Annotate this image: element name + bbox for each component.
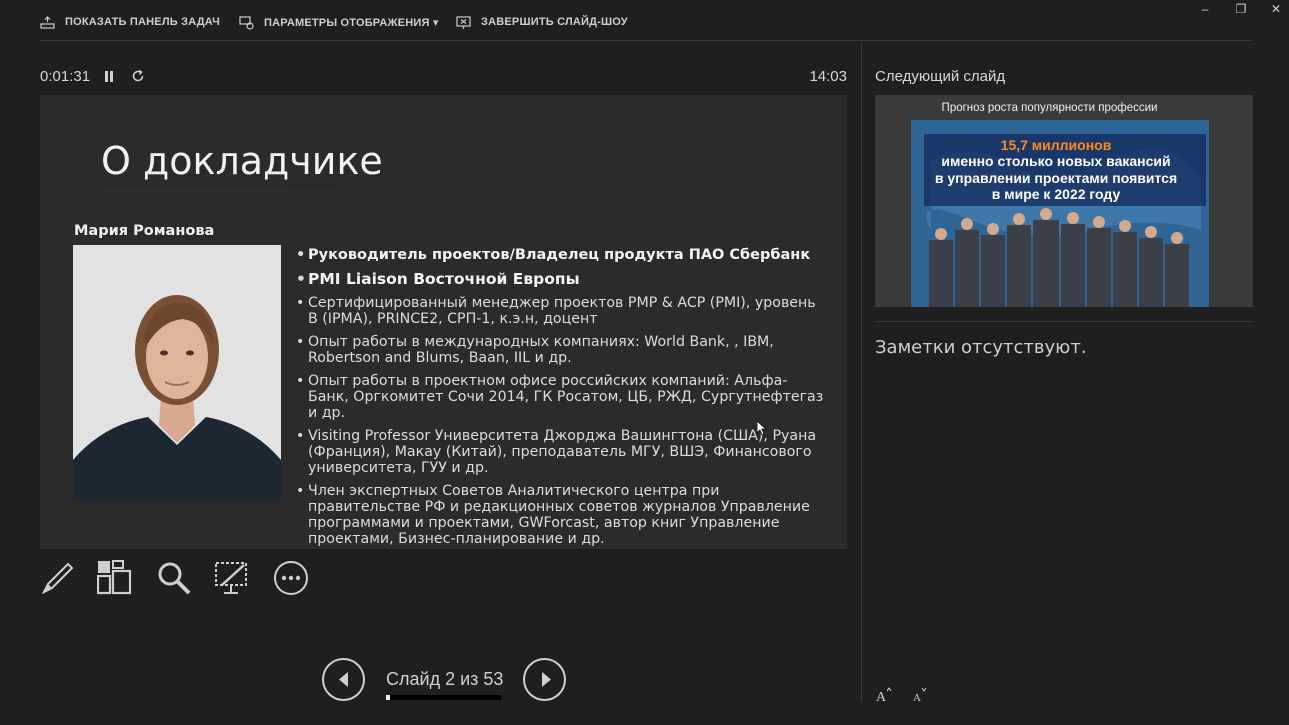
speaker-photo [73, 245, 281, 501]
font-increase-icon: A [876, 687, 892, 705]
decrease-font-button[interactable]: A [911, 686, 929, 704]
bio-item: Visiting Professor Университета Джорджа … [296, 428, 826, 476]
current-time: 14:03 [809, 68, 847, 85]
slides-grid-icon [96, 560, 132, 595]
increase-font-button[interactable]: A [875, 686, 893, 705]
mouse-cursor-icon [757, 421, 767, 435]
end-slideshow-label: ЗАВЕРШИТЬ СЛАЙД-ШОУ [481, 16, 628, 28]
toolbar-divider [40, 40, 1252, 41]
banner-line: 15,7 миллионов [1000, 137, 1112, 153]
next-slide-label: Следующий слайд [875, 68, 1006, 85]
zoom-button[interactable] [156, 560, 192, 596]
pen-icon [41, 562, 74, 595]
speaker-name: Мария Романова [74, 223, 215, 239]
speaker-bio-list: Руководитель проектов/Владелец продукта … [296, 247, 826, 549]
banner-line: в мире к 2022 году [991, 186, 1121, 202]
zoom-icon [158, 562, 191, 595]
pen-tool-button[interactable] [40, 560, 76, 596]
refresh-icon [132, 69, 144, 82]
bio-item: Сертифицированный менеджер проектов PMP … [296, 295, 826, 327]
arrow-left-icon [339, 672, 348, 687]
minimize-button[interactable]: – [1195, 2, 1215, 16]
bio-item: Опыт работы в проектном офисе российских… [296, 373, 826, 421]
banner-line: в управлении проектами появится [934, 170, 1178, 186]
next-slide-title: Прогноз роста популярности профессии [941, 102, 1158, 114]
show-taskbar-label: ПОКАЗАТЬ ПАНЕЛЬ ЗАДАЧ [65, 16, 221, 28]
slide-progress-bar [386, 695, 501, 700]
display-settings-button[interactable]: ПАРАМЕТРЫ ОТОБРАЖЕНИЯ ▾ [239, 12, 439, 32]
more-options-button[interactable] [273, 560, 309, 596]
black-screen-button[interactable] [214, 560, 250, 596]
elapsed-timer: 0:01:31 [40, 68, 91, 85]
display-settings-label: ПАРАМЕТРЫ ОТОБРАЖЕНИЯ ▾ [264, 16, 439, 29]
more-options-icon [274, 561, 308, 595]
title-underline [100, 190, 807, 191]
taskbar-icon [40, 15, 55, 30]
presenter-toolbar: ПОКАЗАТЬ ПАНЕЛЬ ЗАДАЧ ПАРАМЕТРЫ ОТОБРАЖЕ… [0, 0, 1289, 42]
next-slide-image: 15,7 миллионов именно столько новых вака… [911, 120, 1209, 307]
current-slide[interactable]: О докладчике Мария Романова Руководитель… [40, 95, 847, 549]
arrow-right-icon [542, 672, 551, 687]
panel-separator [861, 42, 862, 702]
slide-title: О докладчике [101, 139, 383, 183]
bio-item: Опыт работы в международных компаниях: W… [296, 334, 826, 366]
bio-item: Руководитель проектов/Владелец продукта … [296, 247, 826, 263]
show-taskbar-button[interactable]: ПОКАЗАТЬ ПАНЕЛЬ ЗАДАЧ [40, 12, 220, 32]
end-slideshow-button[interactable]: ЗАВЕРШИТЬ СЛАЙД-ШОУ [456, 12, 628, 32]
notes-divider [875, 321, 1253, 322]
bio-item: Член экспертных Советов Аналитического ц… [296, 483, 826, 547]
svg-text:A: A [913, 692, 921, 704]
see-all-slides-button[interactable] [96, 560, 133, 596]
banner-line: именно столько новых вакансий [941, 153, 1171, 169]
bio-item: PMI Liaison Восточной Европы [296, 271, 826, 287]
font-decrease-icon: A [913, 687, 927, 704]
display-settings-icon [239, 15, 254, 30]
speaker-notes: Заметки отсутствуют. [875, 337, 1087, 358]
close-button[interactable]: ✕ [1266, 2, 1286, 16]
pause-timer-button[interactable] [103, 70, 115, 84]
end-slideshow-icon [456, 15, 471, 30]
pointer-screen-icon [215, 562, 247, 594]
restore-button[interactable]: ❐ [1231, 2, 1251, 16]
reset-timer-button[interactable] [130, 68, 146, 84]
slide-counter: Слайд 2 из 53 [386, 669, 504, 689]
svg-text:A: A [876, 690, 887, 704]
next-slide-button[interactable] [523, 658, 566, 701]
progress-fill [386, 695, 391, 700]
previous-slide-button[interactable] [322, 658, 365, 701]
next-slide-preview[interactable]: Прогноз роста популярности профессии 15,… [875, 95, 1253, 307]
